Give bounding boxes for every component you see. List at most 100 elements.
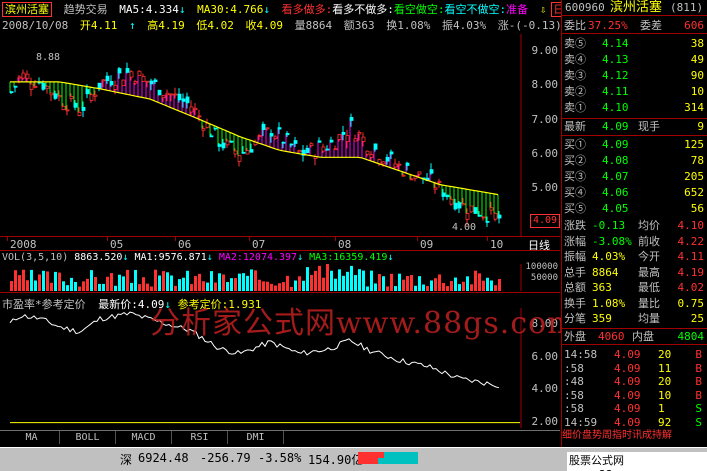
volume-bar <box>98 283 101 291</box>
volume-bar <box>198 273 201 291</box>
candle <box>41 83 46 90</box>
volume-bar <box>310 274 313 291</box>
ticker-message: 细价盘势周指时讯成持解 <box>562 430 672 441</box>
stat-label: 均价 <box>638 219 660 232</box>
volume-bar <box>274 285 277 291</box>
candle <box>201 128 206 131</box>
volume-bar <box>214 282 217 291</box>
volume-bar <box>70 277 73 291</box>
weibi-value: 37.25% <box>588 19 628 32</box>
candle <box>297 149 302 153</box>
time-tick-mark <box>7 237 8 241</box>
stat-row: 涨幅 -3.08% 前收 4.22 <box>562 234 707 250</box>
legend-item: 准备 <box>506 3 529 16</box>
candle <box>213 127 218 130</box>
candle <box>393 163 398 168</box>
stat-label: 换手 <box>564 296 586 310</box>
volume-bar <box>366 286 369 291</box>
volume-bar <box>370 270 373 291</box>
stat-value: 359 <box>592 312 612 325</box>
bid-volume: 652 <box>684 186 704 199</box>
candle <box>61 105 66 111</box>
kline-chart[interactable] <box>0 34 560 236</box>
volume-bar <box>414 285 417 291</box>
volume-bar <box>402 279 405 291</box>
candle <box>281 141 286 144</box>
volume-bar <box>94 276 97 291</box>
candle <box>193 107 198 111</box>
candle <box>125 68 130 73</box>
tab-rsi[interactable]: RSI <box>172 431 228 444</box>
candle <box>181 98 186 102</box>
volume-bar <box>170 275 173 291</box>
volume-bar <box>450 281 453 291</box>
volume-bar <box>342 275 345 291</box>
candle <box>477 214 482 217</box>
volume-bar <box>446 286 449 291</box>
volume-bar <box>382 276 385 291</box>
volume-bar <box>138 284 141 291</box>
vol-ma2: MA2:12074.397 <box>218 252 298 263</box>
tab-dmi[interactable]: DMI <box>228 431 284 444</box>
volume-panel-header: VOL(3,5,10) 8863.520↓ MA1:9576.871↓ MA2:… <box>2 252 394 263</box>
bid-volume: 125 <box>684 138 704 151</box>
bid-row: 买⑤ 4.05 56 <box>562 201 707 217</box>
chart-header: 滨州活塞 趋势交易 MA5:4.334↓ MA30:4.766↓ 看多做多:看多… <box>2 2 575 32</box>
sidebar-name: 滨州活塞 <box>610 0 663 15</box>
candle <box>97 82 102 90</box>
low-mark: 4.00 <box>452 222 477 233</box>
volume-bar <box>374 283 377 291</box>
ma30-value: MA30:4.766 <box>197 3 264 16</box>
candle <box>57 95 62 98</box>
stat-value: 363 <box>592 281 612 294</box>
candle <box>437 180 442 183</box>
volume-bar <box>18 275 21 291</box>
bid-row: 买④ 4.06 652 <box>562 185 707 201</box>
stat-label: 均量 <box>638 312 660 325</box>
tab-ma[interactable]: MA <box>4 431 60 444</box>
arrow-down-icon[interactable]: ⇩ <box>540 3 547 16</box>
stat-label: 总手 <box>564 265 586 279</box>
price-tick: 8.00 <box>531 78 559 92</box>
bar-date: 2008/10/08 <box>2 19 69 32</box>
market-breadth-bar <box>358 452 418 464</box>
candle <box>157 89 162 96</box>
candle <box>185 96 190 104</box>
volume-bar <box>306 267 309 291</box>
volume-bar <box>430 280 433 291</box>
bid-price: 4.07 <box>602 170 629 183</box>
volume-bar <box>14 270 17 291</box>
volume-bar <box>326 264 329 291</box>
current-vol-value: 9 <box>697 120 704 133</box>
volume-bar <box>314 270 317 291</box>
bar-high: 高4.19 <box>147 19 185 32</box>
bid-row: 买② 4.08 78 <box>562 153 707 169</box>
stock-name[interactable]: 滨州活塞 <box>2 2 52 17</box>
stat-row: 换手 1.08% 量比 0.75 <box>562 296 707 312</box>
volume-bar <box>258 279 261 291</box>
stat-row: 分笔 359 均量 25 <box>562 311 707 327</box>
volume-bar <box>422 284 425 291</box>
stat-label: 前收 <box>638 234 660 248</box>
ask-label: 卖④ <box>564 53 586 66</box>
volume-bar <box>126 269 129 291</box>
tab-macd[interactable]: MACD <box>116 431 172 444</box>
site-label[interactable]: 股票公式网www.88gs.com <box>567 452 707 471</box>
market-index: 6924.48 <box>138 451 189 465</box>
volume-bar <box>362 270 365 291</box>
stat-label: 涨跌 <box>564 219 586 232</box>
candle <box>465 213 470 220</box>
stat-value: -0.13 <box>592 219 626 232</box>
vol-ma3: MA3:16359.419 <box>309 252 388 263</box>
candle <box>149 80 154 85</box>
volume-chart[interactable] <box>0 264 560 291</box>
volume-bar <box>38 274 41 291</box>
tab-boll[interactable]: BOLL <box>60 431 116 444</box>
volume-bar <box>474 270 477 291</box>
indicator-name[interactable]: 趋势交易 <box>64 3 108 16</box>
volume-bar <box>282 282 285 291</box>
bid-label: 买③ <box>564 170 586 183</box>
volume-bar <box>222 274 225 291</box>
volume-bar <box>302 280 305 291</box>
stat-value: -3.08% <box>592 234 632 248</box>
